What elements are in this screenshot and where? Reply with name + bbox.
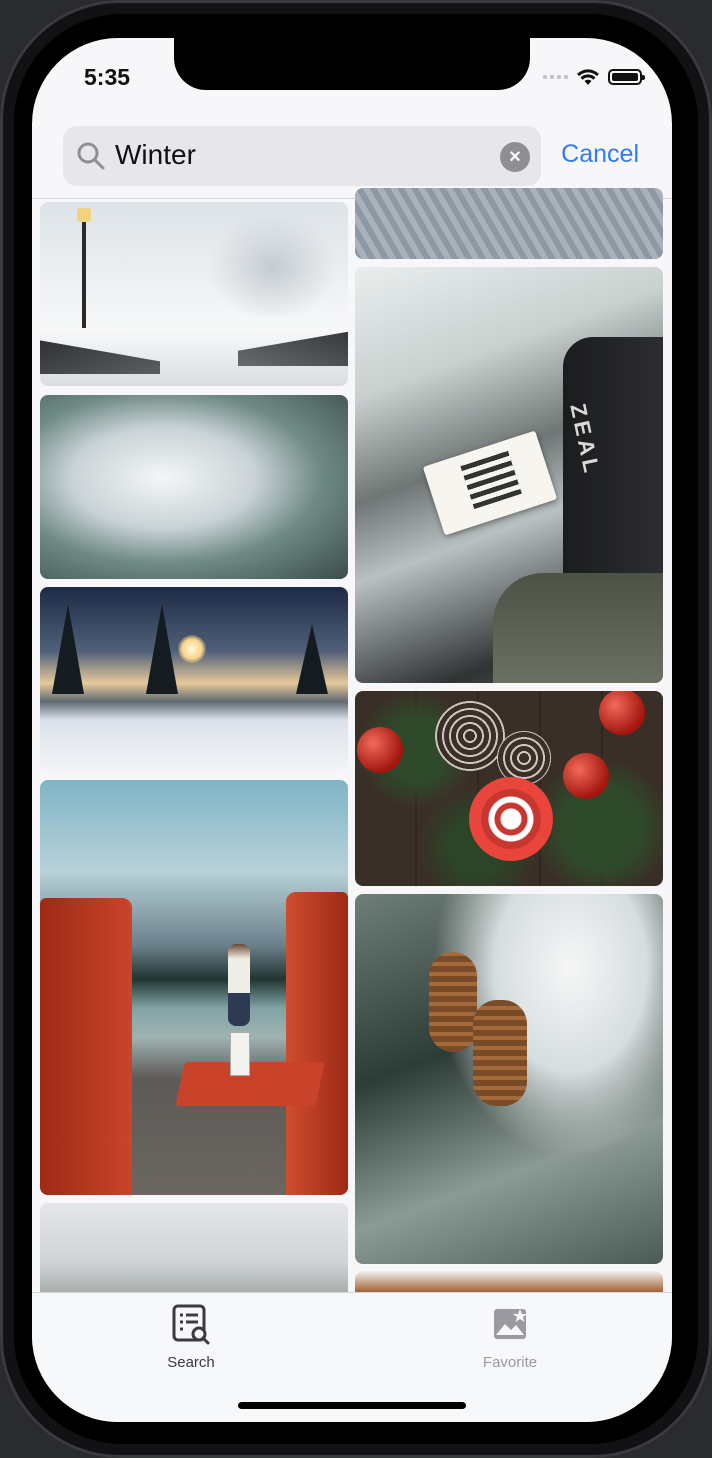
search-query-text[interactable]: Winter — [115, 139, 196, 171]
photo-snowy-promenade[interactable] — [40, 202, 348, 386]
photo-winter-sunset[interactable] — [40, 587, 348, 772]
photo-knit-gloves[interactable] — [355, 188, 663, 259]
tab-favorite-label: Favorite — [482, 1354, 538, 1371]
photo-boxed-water-hand[interactable]: ZEAL — [355, 267, 663, 683]
wifi-icon — [577, 69, 599, 85]
status-time: 5:35 — [84, 64, 131, 90]
photo-star-icon — [494, 1309, 527, 1339]
photo-red-chairs-lake[interactable] — [40, 780, 348, 1195]
clear-search-button[interactable]: × — [500, 142, 530, 172]
status-icons — [543, 68, 645, 86]
photo-pinecones-latte[interactable] — [355, 691, 663, 886]
tab-search[interactable]: Search — [141, 1303, 241, 1371]
battery-icon — [608, 69, 645, 85]
photo-snowy-pinecones[interactable] — [355, 894, 663, 1264]
screen: 5:35 Winter × Cancel ZEAL Search Favorit… — [32, 38, 672, 1422]
photo-frosted-pine[interactable] — [40, 395, 348, 579]
tab-favorite[interactable]: Favorite — [460, 1303, 560, 1371]
notch — [174, 38, 530, 90]
cellular-signal-icon — [543, 75, 568, 79]
search-icon — [77, 142, 105, 170]
phone-frame: 5:35 Winter × Cancel ZEAL Search Favorit… — [0, 0, 712, 1458]
home-indicator[interactable] — [238, 1402, 466, 1409]
search-input[interactable]: Winter × — [63, 126, 541, 186]
tab-search-label: Search — [167, 1354, 215, 1371]
photo-bare-trees[interactable] — [40, 1203, 348, 1303]
cancel-button[interactable]: Cancel — [561, 140, 639, 169]
clear-icon: × — [509, 146, 521, 168]
search-list-icon — [172, 1304, 210, 1345]
